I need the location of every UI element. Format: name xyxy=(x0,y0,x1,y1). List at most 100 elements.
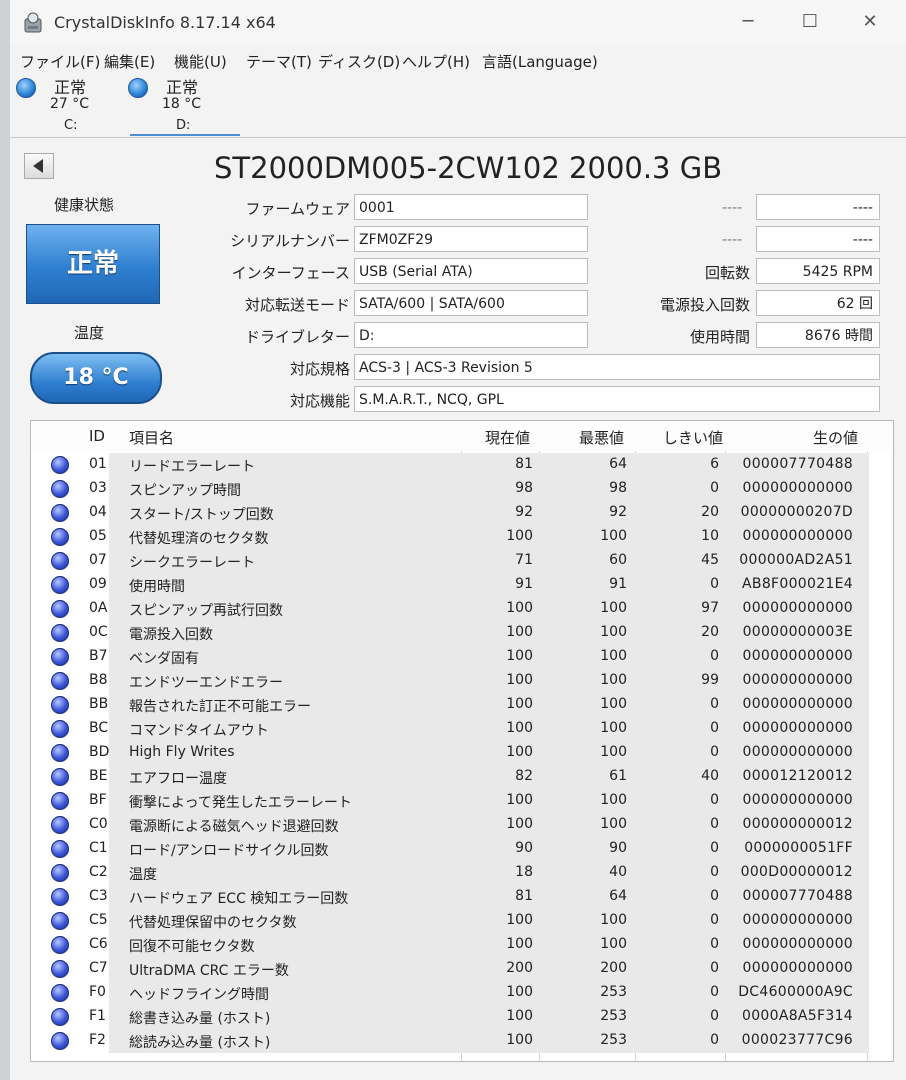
table-row[interactable]: C6 回復不可能セクタ数 100 100 0 000000000000 xyxy=(31,933,893,957)
transfer-mode-value: SATA/600 | SATA/600 xyxy=(354,290,588,316)
close-button[interactable]: ✕ xyxy=(850,10,890,34)
column-header-worst[interactable]: 最悪値 xyxy=(579,427,624,448)
rotation-label: 回転数 xyxy=(704,264,750,282)
minimize-button[interactable]: ─ xyxy=(728,10,768,34)
table-row[interactable]: C1 ロード/アンロードサイクル回数 90 90 0 0000000051FF xyxy=(31,837,893,861)
power-on-hours-value: 8676 時間 xyxy=(756,322,880,348)
table-row[interactable]: BF 衝撃によって発生したエラーレート 100 100 0 000000000000 xyxy=(31,789,893,813)
worst-value: 253 xyxy=(600,984,627,1000)
column-header-threshold[interactable]: しきい値 xyxy=(663,427,723,448)
table-row[interactable]: 0A スピンアップ再試行回数 100 100 97 000000000000 xyxy=(31,597,893,621)
table-row[interactable]: 07 シークエラーレート 71 60 45 000000AD2A51 xyxy=(31,549,893,573)
attribute-name: スピンアップ再試行回数 xyxy=(129,603,283,619)
column-header-name[interactable]: 項目名 xyxy=(129,427,174,448)
menu-disk[interactable]: ディスク(D) xyxy=(318,51,400,72)
threshold-value: 0 xyxy=(710,720,719,736)
raw-value: 00000000003E xyxy=(742,624,853,640)
threshold-value: 45 xyxy=(701,552,719,568)
worst-value: 200 xyxy=(600,960,627,976)
menu-bar: ファイル(F) 編集(E) 機能(U) テーマ(T) ディスク(D) ヘルプ(H… xyxy=(10,46,906,74)
table-row[interactable]: B8 エンドツーエンドエラー 100 100 99 000000000000 xyxy=(31,669,893,693)
worst-value: 100 xyxy=(600,792,627,808)
attribute-status-icon xyxy=(51,864,69,882)
disk-tab-d[interactable]: 正常 18 °C D: xyxy=(124,74,234,136)
raw-value: 000000000000 xyxy=(742,912,853,928)
table-row[interactable]: 05 代替処理済のセクタ数 100 100 10 000000000000 xyxy=(31,525,893,549)
threshold-value: 0 xyxy=(710,936,719,952)
threshold-value: 40 xyxy=(701,768,719,784)
table-row[interactable]: 01 リードエラーレート 81 64 6 000007770488 xyxy=(31,453,893,477)
app-window: CrystalDiskInfo 8.17.14 x64 ─ ☐ ✕ ファイル(F… xyxy=(10,0,906,1080)
threshold-value: 0 xyxy=(710,576,719,592)
menu-function[interactable]: 機能(U) xyxy=(174,51,227,72)
menu-file[interactable]: ファイル(F) xyxy=(20,51,100,72)
table-row[interactable]: F0 ヘッドフライング時間 100 253 0 DC4600000A9C xyxy=(31,981,893,1005)
column-header-current[interactable]: 現在値 xyxy=(485,427,530,448)
table-row[interactable]: 04 スタート/ストップ回数 92 92 20 00000000207D xyxy=(31,501,893,525)
menu-edit[interactable]: 編集(E) xyxy=(104,51,155,72)
table-row[interactable]: F1 総書き込み量 (ホスト) 100 253 0 0000A8A5F314 xyxy=(31,1005,893,1029)
features-value: S.M.A.R.T., NCQ, GPL xyxy=(354,386,880,412)
divider xyxy=(10,137,906,138)
attribute-name: エアフロー温度 xyxy=(129,771,227,787)
table-row[interactable]: C0 電源断による磁気ヘッド退避回数 100 100 0 000000000012 xyxy=(31,813,893,837)
threshold-value: 0 xyxy=(710,864,719,880)
table-row[interactable]: C3 ハードウェア ECC 検知エラー回数 81 64 0 000007770488 xyxy=(31,885,893,909)
attribute-name: 電源断による磁気ヘッド退避回数 xyxy=(129,819,339,835)
table-row[interactable]: 0C 電源投入回数 100 100 20 00000000003E xyxy=(31,621,893,645)
threshold-value: 0 xyxy=(710,696,719,712)
current-value: 98 xyxy=(515,480,533,496)
maximize-button[interactable]: ☐ xyxy=(790,10,830,34)
table-row[interactable]: BD High Fly Writes 100 100 0 000000000000 xyxy=(31,741,893,765)
attribute-name: ベンダ固有 xyxy=(129,651,199,667)
column-header-id[interactable]: ID xyxy=(89,427,105,445)
current-value: 100 xyxy=(506,696,533,712)
table-row[interactable]: C2 温度 18 40 0 000D00000012 xyxy=(31,861,893,885)
menu-theme[interactable]: テーマ(T) xyxy=(246,51,312,72)
table-row[interactable]: 03 スピンアップ時間 98 98 0 000000000000 xyxy=(31,477,893,501)
transfer-mode-label: 対応転送モード xyxy=(244,296,350,314)
attribute-name: High Fly Writes xyxy=(129,744,235,760)
disk-selector: 正常 27 °C C: 正常 18 °C D: xyxy=(10,74,906,138)
raw-value: 000000000000 xyxy=(742,720,853,736)
health-good-icon xyxy=(16,78,36,98)
menu-language[interactable]: 言語(Language) xyxy=(482,51,598,72)
threshold-value: 10 xyxy=(701,528,719,544)
attribute-name: ロード/アンロードサイクル回数 xyxy=(129,843,329,859)
previous-disk-button[interactable] xyxy=(24,153,54,179)
table-row[interactable]: BC コマンドタイムアウト 100 100 0 000000000000 xyxy=(31,717,893,741)
disk-tab-c[interactable]: 正常 27 °C C: xyxy=(12,74,122,136)
disk-letter: D: xyxy=(176,118,191,133)
attribute-name: リードエラーレート xyxy=(129,459,255,475)
column-header-raw[interactable]: 生の値 xyxy=(813,427,858,448)
attribute-id: B7 xyxy=(89,648,108,664)
health-label: 健康状態 xyxy=(54,196,115,214)
worst-value: 91 xyxy=(609,576,627,592)
menu-help[interactable]: ヘルプ(H) xyxy=(402,51,470,72)
table-row[interactable]: BE エアフロー温度 82 61 40 000012120012 xyxy=(31,765,893,789)
attribute-name: 報告された訂正不可能エラー xyxy=(129,699,311,715)
power-on-hours-label: 使用時間 xyxy=(689,328,750,346)
table-row[interactable]: 09 使用時間 91 91 0 AB8F000021E4 xyxy=(31,573,893,597)
attribute-id: 09 xyxy=(89,576,107,592)
worst-value: 64 xyxy=(609,456,627,472)
table-row[interactable]: C7 UltraDMA CRC エラー数 200 200 0 000000000000 xyxy=(31,957,893,981)
table-row[interactable]: BB 報告された訂正不可能エラー 100 100 0 000000000000 xyxy=(31,693,893,717)
worst-value: 61 xyxy=(609,768,627,784)
attribute-name: スピンアップ時間 xyxy=(129,483,241,499)
worst-value: 100 xyxy=(600,696,627,712)
table-row[interactable]: F2 総読み込み量 (ホスト) 100 253 0 000023777C96 xyxy=(31,1029,893,1053)
attribute-id: C7 xyxy=(89,960,108,976)
worst-value: 100 xyxy=(600,744,627,760)
attribute-status-icon xyxy=(51,816,69,834)
threshold-value: 97 xyxy=(701,600,719,616)
raw-value: 000000000000 xyxy=(742,696,853,712)
attribute-id: BC xyxy=(89,720,109,736)
attribute-status-icon xyxy=(51,720,69,738)
current-value: 82 xyxy=(515,768,533,784)
table-row[interactable]: C5 代替処理保留中のセクタ数 100 100 0 000000000000 xyxy=(31,909,893,933)
table-row[interactable]: B7 ベンダ固有 100 100 0 000000000000 xyxy=(31,645,893,669)
attribute-status-icon xyxy=(51,792,69,810)
temperature-button[interactable]: 18 °C xyxy=(30,352,162,404)
health-status-button[interactable]: 正常 xyxy=(26,224,160,304)
